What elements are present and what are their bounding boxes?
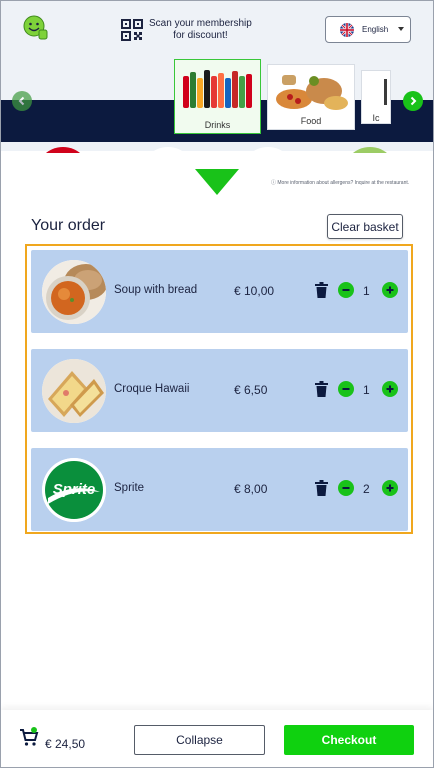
arrow-right-icon[interactable] [403,91,423,111]
minus-icon[interactable] [338,480,354,496]
order-item: Soup with bread € 10,00 1 [31,250,408,333]
ice-image [384,79,387,105]
drinks-image [183,70,252,108]
item-price: € 10,00 [234,284,275,298]
membership-text-line2: for discount! [173,30,228,41]
allergen-text: More information about allergens? Inquir… [277,180,410,186]
membership-text: Scan your membership for discount! [149,18,252,42]
order-item: Sprite Sprite € 8,00 2 [31,448,408,531]
clear-basket-button[interactable]: Clear basket [327,214,403,239]
header: Scan your membership for discount! Engli… [1,1,433,158]
language-select[interactable]: English [325,16,411,43]
checkout-button[interactable]: Checkout [284,725,414,755]
category-ice[interactable]: Ic [361,70,391,124]
item-name: Croque Hawaii [114,383,190,395]
svg-text:Sprite: Sprite [53,481,96,498]
order-panel: ⓘ More information about allergens? Inqu… [1,153,433,713]
order-list: Soup with bread € 10,00 1 Croque Hawaii … [25,244,413,534]
language-label: English [362,25,389,34]
membership-text-line1: Scan your membership [149,18,252,29]
app-frame: Scan your membership for discount! Engli… [0,0,434,768]
item-quantity: 1 [363,284,370,298]
allergen-info: ⓘ More information about allergens? Inqu… [271,179,409,186]
logo-icon[interactable] [23,15,49,41]
item-name: Sprite [114,482,145,494]
collapse-button[interactable]: Collapse [134,725,265,755]
croque-image [42,359,106,423]
uk-flag-icon [340,22,354,37]
food-image [276,75,348,110]
arrow-left-icon[interactable] [12,91,32,111]
category-ice-label: Ic [372,113,380,123]
item-quantity: 2 [363,482,370,496]
qr-code-icon [121,19,143,41]
trash-icon[interactable] [315,282,328,298]
order-title: Your order [31,217,106,234]
collapse-arrow-icon[interactable] [195,169,239,195]
trash-icon[interactable] [315,480,328,496]
trash-icon[interactable] [315,381,328,397]
membership-scan[interactable]: Scan your membership for discount! [121,17,261,43]
item-price: € 6,50 [234,383,268,397]
category-drinks[interactable]: Drinks [174,59,261,134]
category-food-label: Food [300,116,322,126]
item-name: Soup with bread [114,284,198,296]
item-price: € 8,00 [234,482,268,496]
soup-image [42,260,106,324]
basket-total: € 24,50 [45,737,86,751]
item-quantity: 1 [363,383,370,397]
footer-bar: € 24,50 Collapse Checkout [1,710,433,767]
minus-icon[interactable] [338,282,354,298]
plus-icon[interactable] [382,282,398,298]
order-item: Croque Hawaii € 6,50 1 [31,349,408,432]
plus-icon[interactable] [382,381,398,397]
category-food[interactable]: Food [267,64,355,130]
plus-icon[interactable] [382,480,398,496]
chevron-down-icon [398,27,404,31]
sprite-image: Sprite [42,458,106,522]
category-drinks-label: Drinks [204,120,231,130]
minus-icon[interactable] [338,381,354,397]
cart-icon[interactable] [19,727,39,747]
